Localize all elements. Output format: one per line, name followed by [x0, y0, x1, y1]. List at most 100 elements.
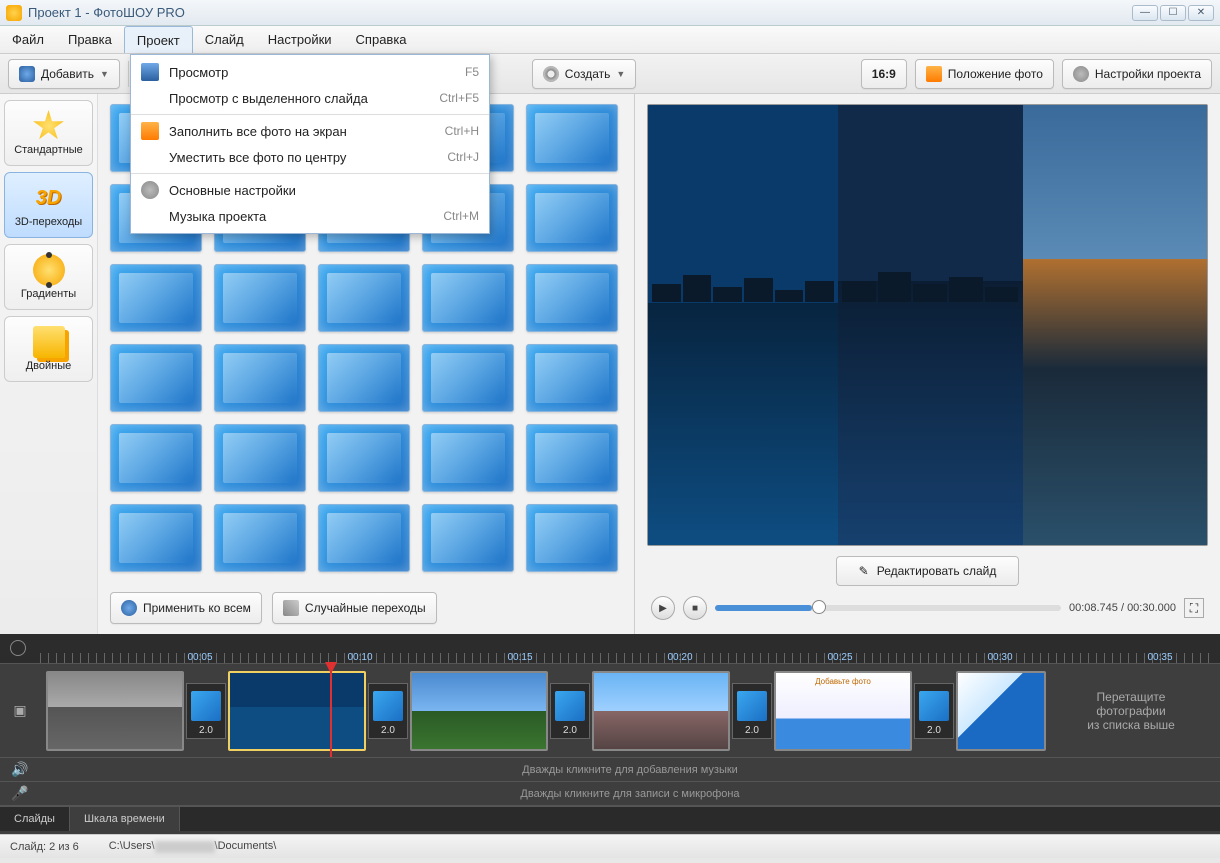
speaker-icon: 🔊	[0, 761, 40, 778]
clip-2[interactable]	[228, 671, 366, 751]
transition-thumb[interactable]	[318, 504, 410, 572]
dd-fit-center[interactable]: Уместить все фото по центру Ctrl+J	[131, 144, 489, 170]
category-3d[interactable]: 3D 3D-переходы	[4, 172, 93, 238]
clip-5[interactable]: Добавьте фото	[774, 671, 912, 751]
apply-all-button[interactable]: Применить ко всем	[110, 592, 262, 624]
dd-fill-screen[interactable]: Заполнить все фото на экран Ctrl+H	[131, 118, 489, 144]
transition-thumb[interactable]	[214, 504, 306, 572]
transition-thumb[interactable]	[422, 424, 514, 492]
wand-icon	[283, 600, 299, 616]
frame-icon	[926, 66, 942, 82]
preview-panel: ✎ Редактировать слайд ▶ ■ 00:08.745 / 00…	[635, 94, 1220, 634]
add-label: Добавить	[41, 67, 94, 81]
clip-6[interactable]	[956, 671, 1046, 751]
pencil-icon: ✎	[859, 564, 869, 578]
gear-icon	[1073, 66, 1089, 82]
transition-4[interactable]: 2.0	[732, 683, 772, 739]
category-gradients[interactable]: Градиенты	[4, 244, 93, 310]
menu-project[interactable]: Проект	[124, 26, 193, 53]
double-icon	[33, 326, 65, 358]
gear-icon	[141, 181, 159, 199]
window-title: Проект 1 - ФотоШОУ PRO	[28, 5, 1132, 20]
camera-icon	[19, 66, 35, 82]
clip-3[interactable]	[410, 671, 548, 751]
transition-thumb[interactable]	[214, 264, 306, 332]
edit-slide-button[interactable]: ✎ Редактировать слайд	[836, 556, 1020, 586]
fullscreen-button[interactable]: ⛶	[1184, 598, 1204, 618]
3d-icon: 3D	[33, 182, 65, 214]
transition-thumb[interactable]	[422, 264, 514, 332]
fill-icon	[141, 122, 159, 140]
add-button[interactable]: Добавить ▼	[8, 59, 120, 89]
category-double[interactable]: Двойные	[4, 316, 93, 382]
separator	[131, 173, 489, 174]
menu-help[interactable]: Справка	[344, 26, 419, 53]
dd-project-music[interactable]: Музыка проекта Ctrl+M	[131, 203, 489, 229]
time-display: 00:08.745 / 00:30.000	[1069, 602, 1176, 614]
transition-thumb[interactable]	[110, 264, 202, 332]
preview-viewport	[647, 104, 1208, 546]
transition-1[interactable]: 2.0	[186, 683, 226, 739]
file-path: C:\Users\\Documents\	[109, 840, 277, 852]
transition-thumb[interactable]	[110, 504, 202, 572]
create-button[interactable]: Создать ▼	[532, 59, 637, 89]
dd-preview[interactable]: Просмотр F5	[131, 59, 489, 85]
transition-3[interactable]: 2.0	[550, 683, 590, 739]
transition-thumb[interactable]	[526, 344, 618, 412]
aspect-ratio-button[interactable]: 16:9	[861, 59, 907, 89]
menu-file[interactable]: Файл	[0, 26, 56, 53]
menu-slide[interactable]: Слайд	[193, 26, 256, 53]
timeline-tabs: Слайды Шкала времени	[0, 806, 1220, 831]
separator	[131, 114, 489, 115]
mic-track[interactable]: 🎤 Дважды кликните для записи с микрофона	[0, 782, 1220, 806]
random-transitions-button[interactable]: Случайные переходы	[272, 592, 437, 624]
timeline-ruler[interactable]: 00:05 00:10 00:15 00:20 00:25 00:30 00:3…	[0, 634, 1220, 664]
statusbar: Слайд: 2 из 6 C:\Users\\Documents\	[0, 834, 1220, 858]
project-dropdown: Просмотр F5 Просмотр с выделенного слайд…	[130, 54, 490, 234]
menu-settings[interactable]: Настройки	[256, 26, 344, 53]
transition-thumb[interactable]	[526, 264, 618, 332]
stop-button[interactable]: ■	[683, 596, 707, 620]
dd-main-settings[interactable]: Основные настройки	[131, 177, 489, 203]
playhead[interactable]	[330, 664, 332, 757]
music-track[interactable]: 🔊 Дважды кликните для добавления музыки	[0, 758, 1220, 782]
clip-4[interactable]	[592, 671, 730, 751]
transition-thumb[interactable]	[318, 264, 410, 332]
close-button[interactable]: ✕	[1188, 5, 1214, 21]
minimize-button[interactable]: —	[1132, 5, 1158, 21]
transition-thumb[interactable]	[318, 344, 410, 412]
photo-position-button[interactable]: Положение фото	[915, 59, 1054, 89]
transition-thumb[interactable]	[214, 424, 306, 492]
mic-icon: 🎤	[0, 785, 40, 802]
maximize-button[interactable]: ☐	[1160, 5, 1186, 21]
transition-thumb[interactable]	[526, 504, 618, 572]
transition-5[interactable]: 2.0	[914, 683, 954, 739]
transition-thumb[interactable]	[526, 184, 618, 252]
transition-2[interactable]: 2.0	[368, 683, 408, 739]
timeline: 00:05 00:10 00:15 00:20 00:25 00:30 00:3…	[0, 634, 1220, 834]
menu-edit[interactable]: Правка	[56, 26, 124, 53]
transition-thumb[interactable]	[110, 424, 202, 492]
clip-1[interactable]	[46, 671, 184, 751]
tab-slides[interactable]: Слайды	[0, 807, 70, 831]
dd-preview-from-slide[interactable]: Просмотр с выделенного слайда Ctrl+F5	[131, 85, 489, 111]
transition-thumb[interactable]	[526, 104, 618, 172]
create-label: Создать	[565, 67, 611, 81]
transition-thumb[interactable]	[526, 424, 618, 492]
transition-thumb[interactable]	[318, 424, 410, 492]
star-icon	[33, 110, 65, 142]
clock-icon	[10, 640, 26, 656]
globe-icon	[121, 600, 137, 616]
aspect-label: 16:9	[872, 67, 896, 81]
category-standard[interactable]: Стандартные	[4, 100, 93, 166]
app-icon	[6, 5, 22, 21]
separator	[128, 61, 129, 87]
transition-thumb[interactable]	[422, 344, 514, 412]
seek-slider[interactable]	[715, 605, 1061, 611]
transition-thumb[interactable]	[214, 344, 306, 412]
transition-thumb[interactable]	[110, 344, 202, 412]
transition-thumb[interactable]	[422, 504, 514, 572]
play-button[interactable]: ▶	[651, 596, 675, 620]
tab-timeline[interactable]: Шкала времени	[70, 807, 180, 831]
project-settings-button[interactable]: Настройки проекта	[1062, 59, 1212, 89]
